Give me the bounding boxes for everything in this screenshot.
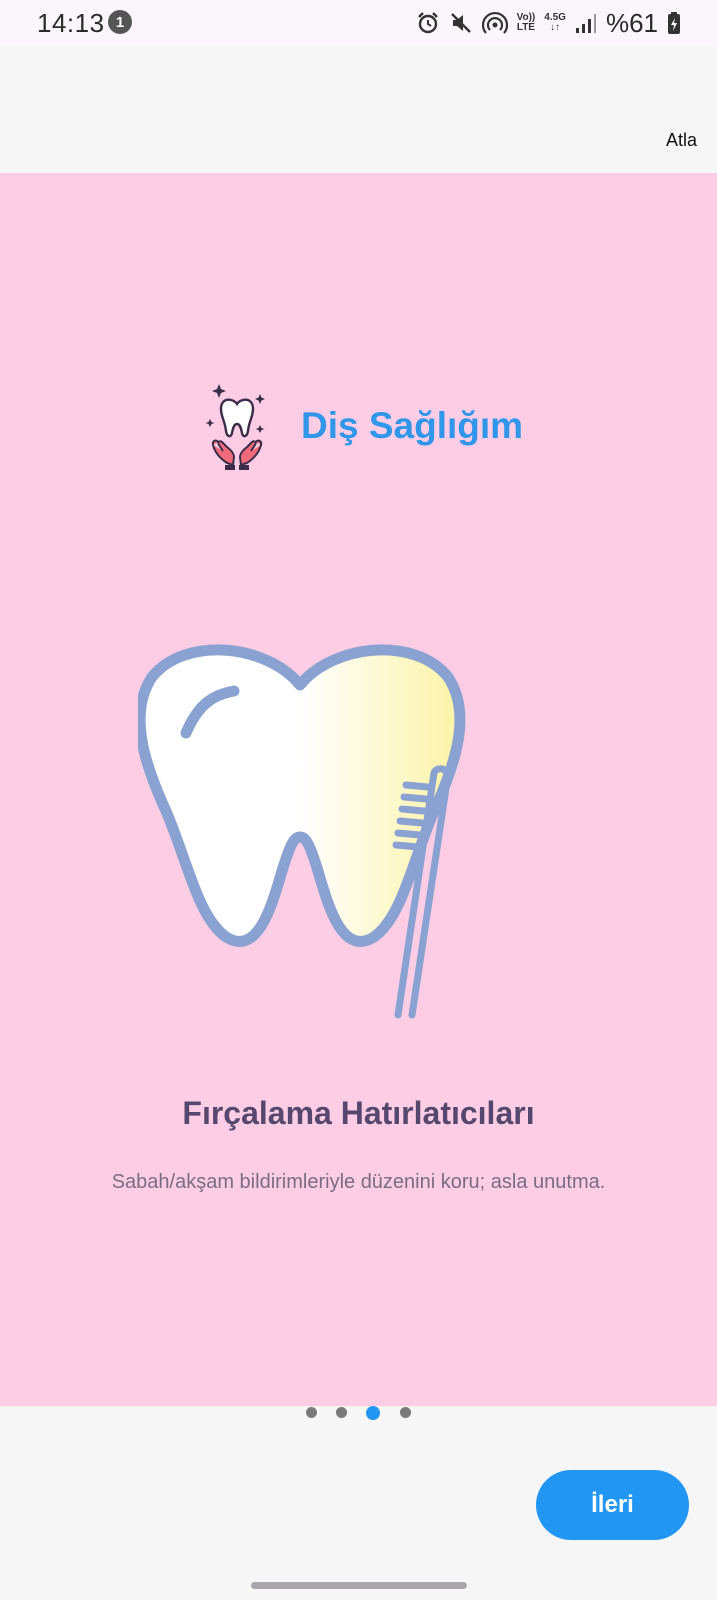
slide-description: Sabah/akşam bildirimleriyle düzenini kor…	[111, 1171, 606, 1193]
hotspot-icon	[481, 11, 508, 34]
battery-percentage: %61	[605, 7, 658, 38]
slide-title: Fırçalama Hatırlatıcıları	[182, 1095, 535, 1131]
top-bar: Atla	[0, 46, 717, 173]
page-indicator-dot[interactable]	[306, 1407, 317, 1418]
status-time: 14:13	[37, 8, 105, 38]
data-icon: 4.5G ↓↑	[544, 12, 566, 33]
notification-count-badge: 1	[108, 10, 132, 34]
battery-icon	[668, 12, 680, 34]
volte-icon: Vo)) LTE	[516, 12, 536, 33]
brand-title: Diş Sağlığım	[301, 405, 524, 446]
tooth-hands-icon	[205, 384, 265, 470]
brand-header: Diş Sağlığım	[205, 381, 523, 471]
status-icons: Vo)) LTE 4.5G ↓↑ %61	[416, 8, 681, 38]
status-bar: 14:13 1 Vo)) LTE 4.5G ↓↑ %61	[0, 0, 717, 46]
skip-button[interactable]: Atla	[666, 130, 697, 151]
alarm-icon	[417, 12, 438, 34]
tooth-toothbrush-illustration	[138, 644, 466, 1019]
page-indicator-dot-active[interactable]	[366, 1406, 380, 1420]
onboarding-slide[interactable]: Diş Sağlığım Fırçalama Hatırlatıcıları S…	[0, 173, 717, 1406]
next-button[interactable]: İleri	[536, 1470, 689, 1540]
page-indicator-dot[interactable]	[336, 1407, 347, 1418]
page-indicator-dot[interactable]	[400, 1407, 411, 1418]
home-indicator[interactable]	[251, 1582, 467, 1589]
mute-icon	[450, 13, 471, 33]
signal-icon	[575, 14, 596, 33]
